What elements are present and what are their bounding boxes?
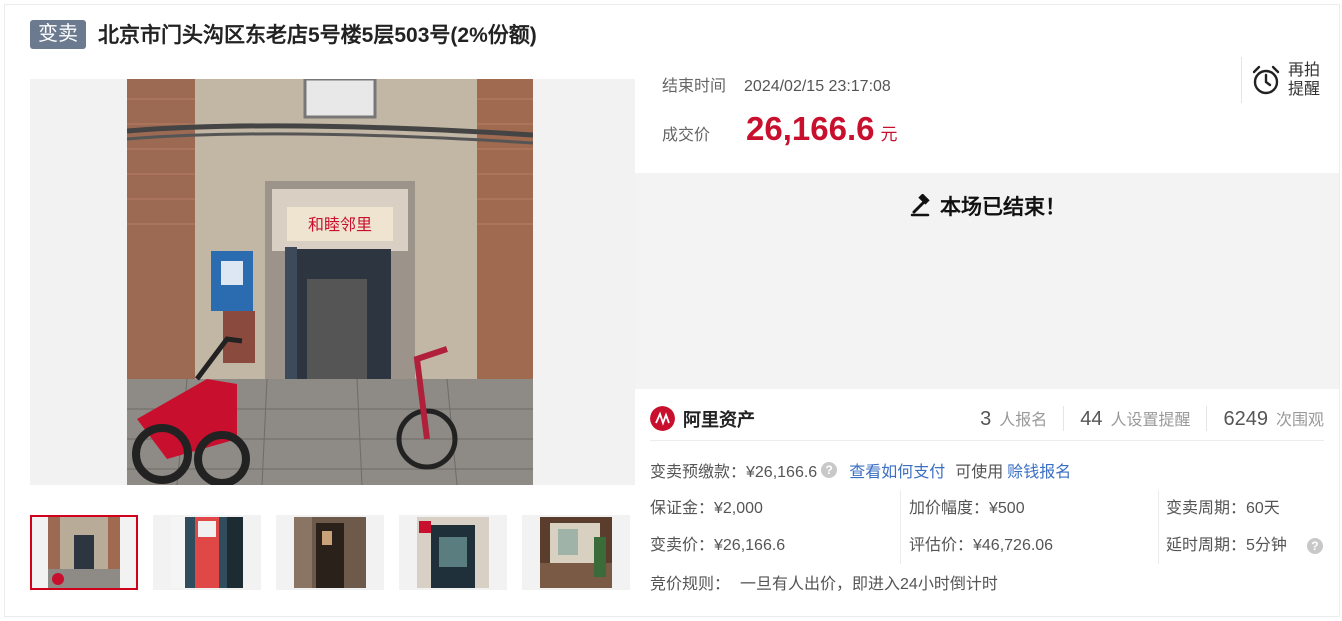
entrance-thumbnail (48, 517, 120, 588)
gavel-icon (910, 194, 930, 217)
auction-ended-text: 本场已结束！ (940, 196, 1066, 219)
floor-sign-thumbnail (171, 517, 243, 588)
thumbnail-5[interactable] (522, 515, 630, 590)
sale-period: 变卖周期：60天 (1166, 499, 1280, 517)
platform-brand: 阿里资产 (650, 406, 755, 432)
bidding-rule-row: 竞价规则： 一旦有人出价，即进入24小时倒计时 (650, 570, 998, 594)
auction-ended-message: 本场已结束！ (635, 191, 1339, 221)
loan-signup-link[interactable]: 赊钱报名 (1007, 458, 1071, 482)
delay-period-row: 延时周期：5分钟 ? (1166, 527, 1324, 564)
deal-price-unit: 元 (880, 125, 898, 144)
view-count: 6249 (1223, 408, 1268, 430)
bid-increment: 加价幅度：¥500 (909, 499, 1025, 517)
end-time-value: 2024/02/15 23:17:08 (744, 78, 891, 95)
details-column-1: 保证金：¥2,000 变卖价：¥26,166.6 (650, 490, 900, 564)
can-use-text: 可使用 (955, 464, 1004, 481)
delay-help-icon[interactable]: ? (1306, 537, 1323, 554)
end-time-row: 结束时间 2024/02/15 23:17:08 (662, 72, 891, 96)
sale-price: 变卖价：¥26,166.6 (650, 536, 786, 554)
deposit-amount: 变卖预缴款：¥26,166.6 (650, 464, 818, 481)
deposit-row: 变卖预缴款：¥26,166.6 ? 查看如何支付 可使用 赊钱报名 (650, 458, 1071, 482)
reauction-reminder-button[interactable]: 再拍提醒 (1241, 57, 1333, 103)
signup-unit: 人报名 (999, 412, 1048, 429)
reauction-reminder-label: 再拍提醒 (1288, 62, 1321, 98)
thumbnail-strip (30, 515, 630, 590)
apartment-door-thumbnail (417, 517, 489, 588)
deal-price-row: 成交价 26,166.6 元 (662, 110, 897, 148)
view-unit: 次围观 (1275, 412, 1324, 429)
thumbnail-3[interactable] (276, 515, 384, 590)
interior-room-thumbnail (540, 517, 612, 588)
main-image[interactable]: 和睦邻里 (30, 79, 635, 485)
signup-count: 3 (980, 408, 992, 430)
details-column-2: 加价幅度：¥500 评估价：¥46,726.06 (900, 490, 1158, 564)
stat-reminders: 44 人设置提醒 (1063, 406, 1206, 431)
margin-deposit: 保证金：¥2,000 (650, 499, 763, 517)
ali-assets-logo-icon (650, 406, 675, 431)
deal-price-value: 26,166.6 (746, 110, 875, 147)
auction-result-panel: 结束时间 2024/02/15 23:17:08 成交价 26,166.6 元 再… (635, 55, 1339, 173)
thumbnail-2[interactable] (153, 515, 261, 590)
bidding-rule-value: 一旦有人出价，即进入24小时倒计时 (740, 576, 998, 593)
help-icon[interactable]: ? (821, 462, 838, 478)
platform-stats-row: 阿里资产 3 人报名 44 人设置提醒 6249 次围观 (650, 397, 1324, 441)
reminder-count: 44 (1080, 408, 1103, 430)
delay-period: 延时周期：5分钟 (1166, 536, 1287, 554)
building-entrance-photo: 和睦邻里 (127, 79, 533, 485)
end-time-label: 结束时间 (662, 78, 727, 95)
thumbnail-4[interactable] (399, 515, 507, 590)
stat-views: 6249 次围观 (1206, 406, 1324, 431)
thumbnail-1[interactable] (30, 515, 138, 590)
auction-ended-panel: 本场已结束！ (635, 173, 1339, 389)
deal-price-label: 成交价 (662, 127, 711, 144)
building-sign-text: 和睦邻里 (308, 215, 372, 234)
how-to-pay-link[interactable]: 查看如何支付 (849, 458, 945, 482)
sale-type-tag: 变卖 (30, 19, 86, 49)
details-column-3: 变卖周期：60天 延时周期：5分钟 ? (1158, 490, 1324, 564)
appraised-value: 评估价：¥46,726.06 (909, 536, 1054, 554)
reminder-unit: 人设置提醒 (1110, 412, 1191, 429)
page-title: 北京市门头沟区东老店5号楼5层503号(2%份额) (98, 24, 537, 47)
alarm-clock-icon (1252, 65, 1280, 95)
details-grid: 保证金：¥2,000 变卖价：¥26,166.6 加价幅度：¥500 评估价：¥… (650, 490, 1324, 568)
bidding-rule-label: 竞价规则： (650, 576, 731, 593)
platform-name: 阿里资产 (683, 409, 755, 430)
title-row: 变卖 北京市门头沟区东老店5号楼5层503号(2%份额) (30, 19, 537, 49)
stats-group: 3 人报名 44 人设置提醒 6249 次围观 (964, 406, 1324, 431)
stat-signups: 3 人报名 (964, 406, 1063, 431)
stairwell-door-thumbnail (294, 517, 366, 588)
